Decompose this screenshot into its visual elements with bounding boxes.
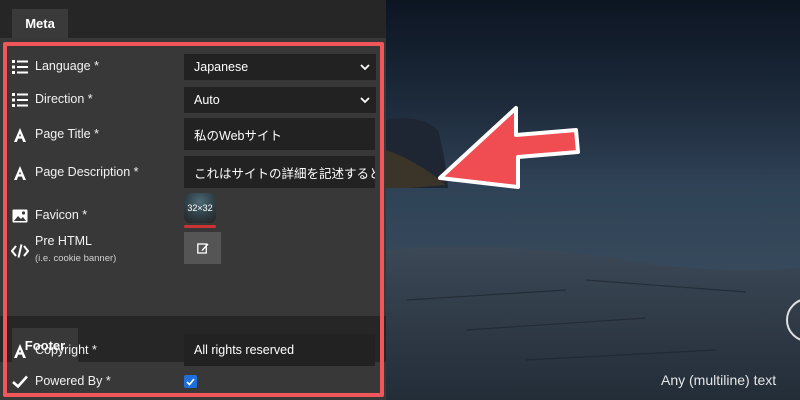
language-select-value: Japanese <box>194 60 249 74</box>
font-icon <box>11 342 29 360</box>
meta-tabbar: Meta <box>0 0 386 38</box>
powered-by-checkbox[interactable] <box>184 375 197 388</box>
settings-panel: Meta Language * Japanese Direction * Aut… <box>0 0 386 400</box>
list-icon <box>11 91 29 109</box>
font-icon <box>11 164 29 182</box>
page-description-input[interactable]: これはサイトの詳細を記述すると <box>184 156 375 188</box>
settings-body: Language * Japanese Direction * Auto Pag… <box>0 38 386 400</box>
checkmark-icon <box>186 377 195 386</box>
favicon-label: Favicon * <box>35 208 88 222</box>
seascape-photo <box>386 0 800 400</box>
favicon-size-text: 32×32 <box>187 203 213 213</box>
direction-select-value: Auto <box>194 93 220 107</box>
check-icon <box>11 372 29 390</box>
powered-by-label: Powered By * <box>35 374 111 388</box>
pre-html-sublabel: (i.e. cookie banner) <box>35 253 117 264</box>
list-icon <box>11 58 29 76</box>
page-title-input[interactable]: 私のWebサイト <box>184 118 375 150</box>
favicon-underline <box>184 225 216 228</box>
edit-icon <box>196 243 208 254</box>
direction-select[interactable]: Auto <box>184 87 376 113</box>
direction-label: Direction * <box>35 92 93 106</box>
favicon-row: Favicon * 32×32 <box>0 193 380 233</box>
copyright-row: Copyright * All rights reserved <box>0 334 380 368</box>
font-icon <box>11 126 29 144</box>
language-row: Language * Japanese <box>0 50 380 84</box>
direction-row: Direction * Auto <box>0 83 380 117</box>
page-title-row: Page Title * 私のWebサイト <box>0 118 380 152</box>
chevron-down-icon <box>360 64 370 71</box>
image-icon <box>11 207 29 225</box>
favicon-thumbnail[interactable]: 32×32 <box>184 193 216 223</box>
preview-image: Any (multiline) text <box>386 0 800 400</box>
copyright-input[interactable]: All rights reserved <box>184 334 375 366</box>
copyright-label: Copyright * <box>35 343 97 357</box>
preview-caption: Any (multiline) text <box>661 372 777 388</box>
edit-html-button[interactable] <box>184 232 221 264</box>
language-select[interactable]: Japanese <box>184 54 376 80</box>
pre-html-row: Pre HTML (i.e. cookie banner) <box>0 232 380 272</box>
tab-meta[interactable]: Meta <box>12 9 68 38</box>
page-title-label: Page Title * <box>35 127 99 141</box>
page-description-label: Page Description * <box>35 165 139 179</box>
powered-by-row: Powered By * <box>0 368 380 392</box>
chevron-down-icon <box>360 97 370 104</box>
language-label: Language * <box>35 59 99 73</box>
page-description-row: Page Description * これはサイトの詳細を記述すると <box>0 156 380 190</box>
pre-html-label: Pre HTML <box>35 234 92 248</box>
code-icon <box>11 242 29 260</box>
